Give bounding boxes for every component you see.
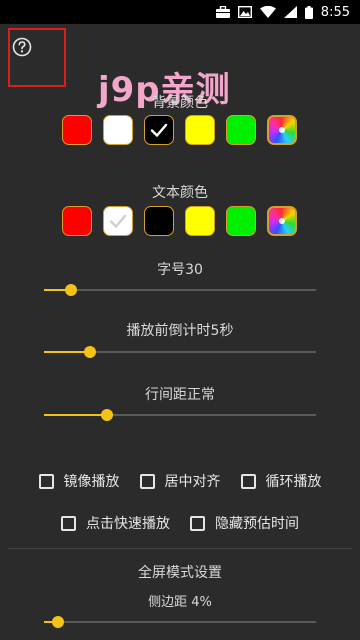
image-icon	[237, 6, 252, 18]
swatch-yellow[interactable]	[185, 115, 215, 145]
line-spacing-label: 行间距正常	[145, 387, 215, 403]
swatch-green[interactable]	[226, 115, 256, 145]
mirror-checkbox[interactable]: 镜像播放	[38, 471, 120, 491]
slider-thumb[interactable]	[51, 616, 64, 628]
status-time: 8:55	[320, 4, 350, 20]
checkmark-icon	[109, 214, 127, 228]
swatch-yellow[interactable]	[185, 206, 215, 236]
status-bar: 8:55	[0, 0, 360, 24]
color-wheel-icon[interactable]	[267, 115, 297, 145]
fullscreen-settings-title: 全屏模式设置	[138, 565, 222, 581]
font-size-slider[interactable]	[44, 283, 316, 297]
section-divider	[8, 548, 352, 549]
countdown-slider[interactable]	[44, 345, 316, 359]
slider-thumb[interactable]	[84, 346, 97, 358]
briefcase-icon	[215, 6, 230, 18]
playback-options-row-2: 点击快速播放 隐藏预估时间	[0, 513, 360, 533]
battery-icon	[304, 5, 313, 19]
color-wheel-icon[interactable]	[267, 206, 297, 236]
help-icon[interactable]	[12, 37, 32, 57]
center-align-checkbox[interactable]: 居中对齐	[139, 471, 221, 491]
side-margin-label: 侧边距 4%	[148, 595, 212, 610]
swatch-red[interactable]	[62, 206, 92, 236]
checkbox-box[interactable]	[61, 515, 76, 531]
mirror-label: 镜像播放	[63, 474, 120, 490]
side-margin-slider[interactable]	[44, 615, 316, 629]
line-spacing-slider[interactable]	[44, 408, 316, 422]
checkmark-icon	[150, 123, 168, 137]
swatch-white[interactable]	[103, 115, 133, 145]
center-align-label: 居中对齐	[164, 474, 221, 490]
wheel-center	[279, 218, 285, 224]
swatch-white[interactable]	[103, 206, 133, 236]
swatch-black[interactable]	[144, 206, 174, 236]
text-color-swatches	[62, 206, 297, 236]
playback-options-row-1: 镜像播放 居中对齐 循环播放	[0, 471, 360, 491]
tap-fast-play-label: 点击快速播放	[86, 516, 170, 532]
swatch-black[interactable]	[144, 115, 174, 145]
hide-estimate-label: 隐藏预估时间	[215, 516, 299, 532]
checkbox-box[interactable]	[139, 473, 155, 489]
loop-checkbox[interactable]: 循环播放	[240, 471, 322, 491]
swatch-red[interactable]	[62, 115, 92, 145]
background-color-title: 背景颜色	[152, 95, 208, 111]
wheel-center	[279, 127, 285, 133]
countdown-label: 播放前倒计时5秒	[126, 323, 234, 339]
signal-icon	[283, 6, 297, 18]
checkbox-box[interactable]	[240, 473, 256, 489]
hide-estimate-checkbox[interactable]: 隐藏预估时间	[190, 513, 299, 533]
tap-fast-play-checkbox[interactable]: 点击快速播放	[61, 513, 170, 533]
background-color-swatches	[62, 115, 297, 145]
text-color-title: 文本颜色	[152, 185, 208, 201]
checkbox-box[interactable]	[190, 515, 205, 531]
slider-thumb[interactable]	[65, 284, 78, 296]
wifi-icon	[259, 6, 276, 18]
checkbox-box[interactable]	[38, 473, 54, 489]
loop-label: 循环播放	[265, 474, 322, 490]
slider-thumb[interactable]	[100, 409, 113, 421]
swatch-green[interactable]	[226, 206, 256, 236]
font-size-label: 字号30	[157, 262, 203, 278]
